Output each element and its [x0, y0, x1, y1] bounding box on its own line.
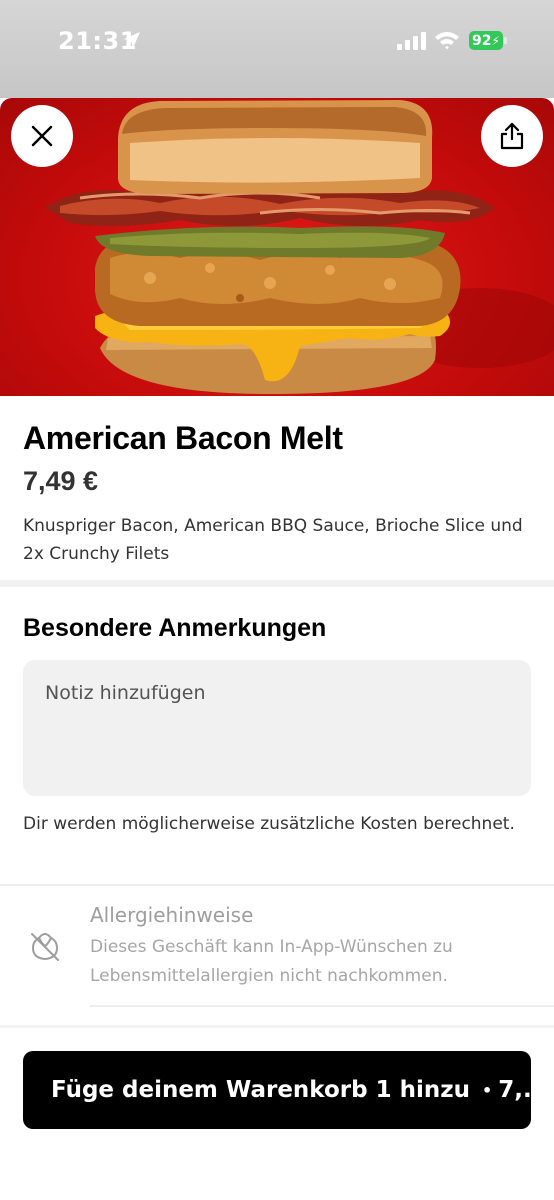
- allergy-text: Dieses Geschäft kann In-App-Wünschen zu …: [90, 937, 453, 986]
- allergy-leaf-icon: [31, 932, 59, 961]
- separator-dot: •: [482, 1080, 493, 1100]
- notes-heading: Besondere Anmerkungen: [23, 614, 327, 642]
- divider: [0, 1025, 554, 1028]
- divider: [90, 1005, 554, 1007]
- cellular-signal-icon: [397, 32, 426, 50]
- product-description: Knuspriger Bacon, American BBQ Sauce, Br…: [23, 516, 523, 564]
- allergy-title: Allergiehinweise: [90, 903, 254, 927]
- location-arrow-icon: [124, 32, 140, 48]
- wifi-icon: [435, 32, 459, 50]
- share-button[interactable]: [481, 105, 543, 167]
- divider: [0, 884, 554, 886]
- battery-level: 92: [472, 32, 492, 49]
- add-to-cart-price: 7,...: [498, 1077, 531, 1103]
- battery-charging-icon: 92 ⚡: [469, 31, 507, 50]
- add-to-cart-label: Füge deinem Warenkorb 1 hinzu: [51, 1077, 470, 1103]
- close-icon: [31, 125, 53, 147]
- section-divider: [0, 580, 554, 587]
- product-title: American Bacon Melt: [23, 420, 343, 456]
- product-image: [0, 98, 554, 396]
- product-price: 7,49 €: [23, 466, 99, 496]
- close-button[interactable]: [11, 105, 73, 167]
- share-icon: [500, 122, 524, 150]
- cost-hint: Dir werden möglicherweise zusätzliche Ko…: [23, 814, 515, 834]
- status-bar: 21:31 92 ⚡: [0, 0, 554, 98]
- add-to-cart-button[interactable]: Füge deinem Warenkorb 1 hinzu • 7,...: [23, 1051, 531, 1129]
- note-input[interactable]: [23, 660, 531, 796]
